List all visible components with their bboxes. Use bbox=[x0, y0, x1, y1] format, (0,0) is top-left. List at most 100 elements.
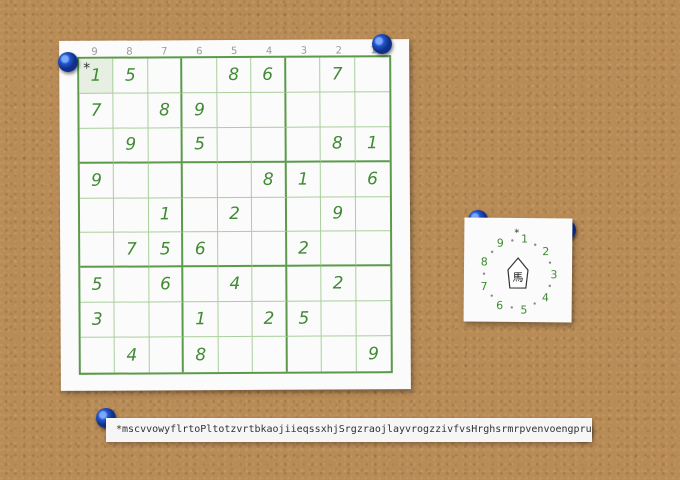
cell-digit: 9 bbox=[194, 99, 205, 121]
sudoku-cell[interactable]: 4 bbox=[218, 267, 253, 303]
sudoku-cell[interactable]: 2 bbox=[321, 266, 357, 302]
sudoku-cell[interactable]: 9 bbox=[79, 163, 115, 199]
sudoku-cell[interactable] bbox=[321, 231, 356, 267]
sudoku-cell[interactable]: 5 bbox=[113, 58, 149, 94]
sudoku-cell[interactable]: 4 bbox=[115, 337, 150, 373]
sudoku-cell[interactable] bbox=[285, 57, 321, 93]
ring-arrow-icon bbox=[510, 306, 513, 309]
sudoku-cell[interactable] bbox=[251, 92, 287, 128]
sudoku-cell[interactable]: 5 bbox=[182, 127, 218, 163]
sudoku-cell[interactable] bbox=[114, 302, 150, 338]
sudoku-cell[interactable]: 7 bbox=[114, 232, 150, 268]
ring-number: 7 bbox=[480, 280, 487, 293]
sudoku-cell[interactable] bbox=[183, 197, 218, 233]
sudoku-cell[interactable] bbox=[217, 92, 252, 128]
sudoku-cell[interactable]: 8 bbox=[148, 93, 183, 129]
sudoku-cell[interactable] bbox=[183, 162, 218, 198]
cell-digit: 6 bbox=[159, 274, 171, 295]
ring-number: 1 bbox=[521, 233, 528, 246]
sudoku-cell[interactable] bbox=[252, 232, 287, 268]
sudoku-cell[interactable] bbox=[355, 266, 391, 302]
sudoku-cell[interactable]: 6 bbox=[149, 267, 184, 303]
sudoku-cell[interactable]: 3 bbox=[80, 302, 116, 338]
cell-digit: 5 bbox=[194, 134, 206, 155]
sudoku-cell[interactable]: 2 bbox=[217, 197, 253, 233]
sudoku-cell[interactable] bbox=[252, 336, 288, 372]
sudoku-cell[interactable] bbox=[114, 267, 150, 303]
sudoku-cell[interactable]: 5 bbox=[80, 267, 115, 304]
sudoku-cell[interactable]: 2 bbox=[252, 301, 288, 338]
sudoku-cell[interactable] bbox=[320, 92, 356, 128]
sudoku-cell[interactable]: 6 bbox=[251, 57, 287, 93]
cell-digit: 8 bbox=[331, 133, 343, 154]
sudoku-cell[interactable]: 9 bbox=[182, 92, 218, 129]
sudoku-cell[interactable]: 6 bbox=[355, 161, 390, 197]
sudoku-cell[interactable] bbox=[355, 196, 391, 232]
sudoku-cell[interactable] bbox=[114, 163, 149, 199]
sudoku-cell[interactable] bbox=[149, 302, 184, 338]
sudoku-cell[interactable] bbox=[79, 198, 115, 234]
sudoku-cell[interactable] bbox=[354, 92, 390, 128]
ring-number: 8 bbox=[481, 255, 488, 268]
sudoku-cell[interactable]: * 1 bbox=[79, 58, 114, 94]
ring-arrow-icon bbox=[482, 272, 486, 275]
sudoku-cell[interactable]: 8 bbox=[320, 127, 356, 163]
ring-number: 4 bbox=[542, 291, 549, 304]
sudoku-cell[interactable] bbox=[320, 162, 356, 198]
cell-digit: 4 bbox=[126, 345, 138, 366]
cell-digit: 8 bbox=[195, 344, 207, 365]
sudoku-cell[interactable] bbox=[286, 92, 321, 128]
sudoku-cell[interactable] bbox=[114, 197, 149, 234]
ring-number: 2 bbox=[542, 245, 549, 258]
sudoku-cell[interactable] bbox=[217, 127, 252, 163]
sudoku-cell[interactable]: 1 bbox=[355, 126, 390, 163]
sudoku-cell[interactable] bbox=[148, 128, 184, 164]
sudoku-cell[interactable] bbox=[218, 337, 254, 373]
sudoku-cell[interactable] bbox=[182, 58, 218, 94]
sudoku-cell[interactable] bbox=[218, 302, 253, 338]
sudoku-cell[interactable] bbox=[80, 233, 115, 269]
sudoku-cell[interactable] bbox=[252, 197, 287, 233]
sudoku-cell[interactable] bbox=[287, 336, 322, 372]
sudoku-cell[interactable]: 8 bbox=[216, 57, 252, 93]
sudoku-cell[interactable] bbox=[79, 128, 115, 164]
sudoku-cell[interactable]: 1 bbox=[286, 162, 322, 198]
sudoku-cell[interactable]: 2 bbox=[286, 231, 322, 268]
sudoku-cell[interactable]: 9 bbox=[356, 336, 391, 371]
sudoku-cell[interactable] bbox=[354, 57, 390, 93]
cell-digit: 2 bbox=[263, 308, 275, 330]
cell-digit: 7 bbox=[90, 100, 102, 121]
sudoku-cell[interactable] bbox=[321, 336, 357, 372]
sudoku-cell[interactable] bbox=[286, 127, 321, 163]
sudoku-cell[interactable]: 9 bbox=[113, 128, 149, 164]
sudoku-cell[interactable]: 7 bbox=[79, 93, 114, 129]
sudoku-cell[interactable]: 5 bbox=[287, 301, 322, 337]
sudoku-cell[interactable] bbox=[251, 127, 287, 163]
cell-digit: 1 bbox=[159, 204, 171, 225]
sudoku-cell[interactable] bbox=[286, 266, 322, 302]
sudoku-cell[interactable] bbox=[355, 231, 391, 267]
cell-digit: 9 bbox=[368, 343, 379, 364]
sudoku-cell[interactable] bbox=[217, 162, 253, 198]
sudoku-cell[interactable]: 6 bbox=[183, 232, 219, 268]
sudoku-cell[interactable]: 1 bbox=[148, 197, 184, 233]
sudoku-cell[interactable]: 9 bbox=[321, 196, 356, 232]
sudoku-cell[interactable] bbox=[113, 93, 149, 129]
sudoku-cell[interactable] bbox=[80, 337, 116, 373]
sudoku-cell[interactable] bbox=[321, 301, 357, 337]
sudoku-cell[interactable] bbox=[252, 267, 288, 303]
sudoku-cell[interactable]: 1 bbox=[183, 302, 219, 338]
sudoku-cell[interactable]: 5 bbox=[148, 232, 184, 268]
ring-number: 9 bbox=[497, 237, 504, 250]
sudoku-cell[interactable]: 8 bbox=[183, 337, 219, 373]
sudoku-cell[interactable]: 8 bbox=[251, 162, 287, 198]
sudoku-cell[interactable]: 7 bbox=[320, 57, 355, 93]
sudoku-cell[interactable] bbox=[148, 162, 184, 198]
sudoku-cell[interactable] bbox=[286, 197, 322, 233]
sudoku-cell[interactable] bbox=[356, 301, 391, 337]
sudoku-cell[interactable] bbox=[183, 267, 219, 303]
piece-move-diagram: 馬 * 1 234 5 67 89 bbox=[480, 228, 557, 317]
sudoku-cell[interactable] bbox=[217, 232, 253, 268]
sudoku-cell[interactable] bbox=[148, 58, 183, 94]
sudoku-cell[interactable] bbox=[149, 337, 185, 373]
